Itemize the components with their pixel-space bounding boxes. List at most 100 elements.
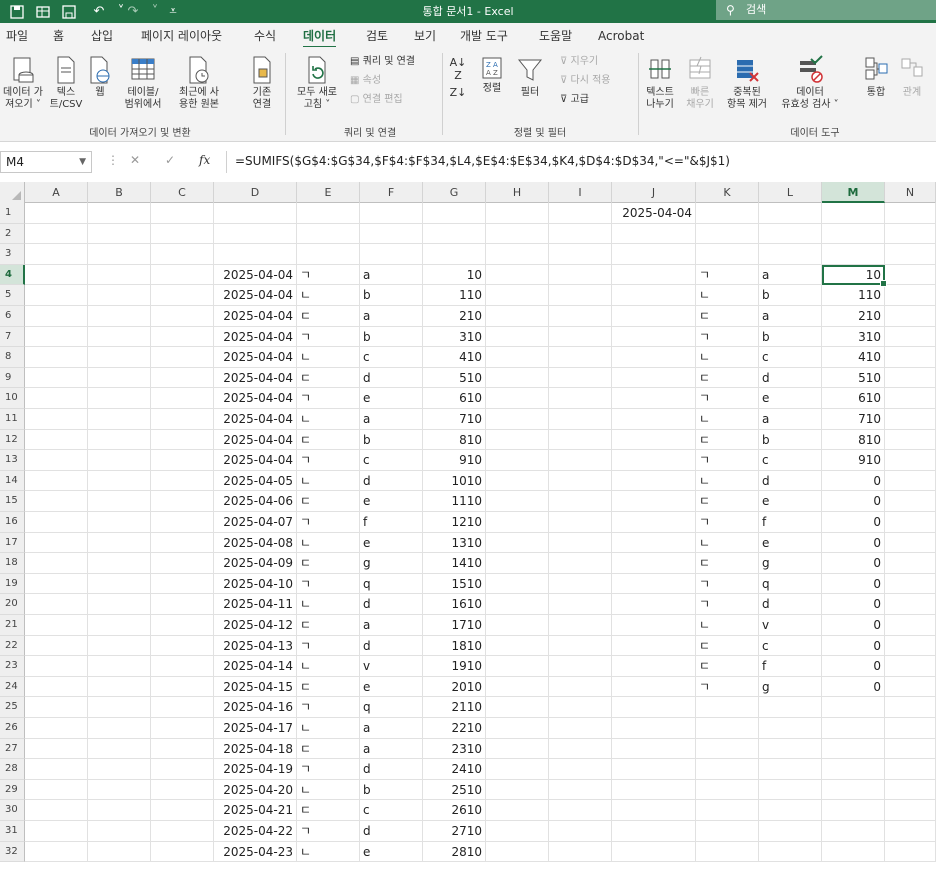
cell-f26[interactable]: a <box>360 718 423 739</box>
cell-d31[interactable]: 2025-04-22 <box>214 821 297 842</box>
cell-f7[interactable]: b <box>360 326 423 348</box>
cell-h16[interactable] <box>486 512 549 533</box>
cell-e19[interactable]: ㄱ <box>297 573 360 595</box>
cell-c31[interactable] <box>151 821 214 842</box>
tab-review[interactable]: 검토 <box>366 27 388 45</box>
cell-b2[interactable] <box>88 223 151 245</box>
cell-l18[interactable]: g <box>759 553 822 574</box>
cell-l19[interactable]: q <box>759 573 822 595</box>
cell-d14[interactable]: 2025-04-05 <box>214 470 297 492</box>
recent-sources-button[interactable]: 최근에 사 용한 원본 <box>170 55 228 111</box>
cell-b22[interactable] <box>88 635 151 657</box>
cell-m13[interactable]: 910 <box>822 450 885 471</box>
cell-e22[interactable]: ㄱ <box>297 635 360 657</box>
cell-i28[interactable] <box>549 759 612 780</box>
cell-d10[interactable]: 2025-04-04 <box>214 388 297 409</box>
cell-l32[interactable] <box>759 841 822 863</box>
tab-home[interactable]: 홈 <box>53 27 64 45</box>
existing-connections-button[interactable]: 기존 연결 <box>244 55 280 111</box>
cell-h1[interactable] <box>486 203 549 224</box>
cell-c8[interactable] <box>151 347 214 368</box>
cell-k24[interactable]: ㄱ <box>696 676 759 698</box>
cell-j32[interactable] <box>612 841 696 863</box>
cell-l10[interactable]: e <box>759 388 822 409</box>
cell-e8[interactable]: ㄴ <box>297 347 360 368</box>
row-header[interactable]: 30 <box>0 800 25 821</box>
cell-e17[interactable]: ㄴ <box>297 532 360 554</box>
cell-i25[interactable] <box>549 697 612 718</box>
cell-e24[interactable]: ㄷ <box>297 676 360 698</box>
column-header-b[interactable]: B <box>88 182 151 203</box>
cell-k1[interactable] <box>696 203 759 224</box>
cell-d18[interactable]: 2025-04-09 <box>214 553 297 574</box>
row-header[interactable]: 20 <box>0 594 25 615</box>
cell-m3[interactable] <box>822 244 885 265</box>
cell-h15[interactable] <box>486 491 549 512</box>
cell-a14[interactable] <box>25 470 88 492</box>
cell-b27[interactable] <box>88 738 151 760</box>
cell-i24[interactable] <box>549 676 612 698</box>
cell-d21[interactable]: 2025-04-12 <box>214 615 297 636</box>
cell-h21[interactable] <box>486 615 549 636</box>
cell-c9[interactable] <box>151 367 214 389</box>
cell-h28[interactable] <box>486 759 549 780</box>
cell-a22[interactable] <box>25 635 88 657</box>
cell-g4[interactable]: 10 <box>423 264 486 286</box>
cell-f24[interactable]: e <box>360 676 423 698</box>
cell-a8[interactable] <box>25 347 88 368</box>
cell-a5[interactable] <box>25 285 88 306</box>
cell-m17[interactable]: 0 <box>822 532 885 554</box>
cell-f2[interactable] <box>360 223 423 245</box>
cell-a23[interactable] <box>25 656 88 677</box>
cell-h14[interactable] <box>486 470 549 492</box>
cell-i1[interactable] <box>549 203 612 224</box>
cell-i21[interactable] <box>549 615 612 636</box>
cell-c20[interactable] <box>151 594 214 615</box>
cell-l30[interactable] <box>759 800 822 821</box>
cell-j20[interactable] <box>612 594 696 615</box>
cell-h23[interactable] <box>486 656 549 677</box>
cell-d1[interactable] <box>214 203 297 224</box>
cell-c14[interactable] <box>151 470 214 492</box>
row-header[interactable]: 2 <box>0 223 25 245</box>
cell-j24[interactable] <box>612 676 696 698</box>
cell-l16[interactable]: f <box>759 512 822 533</box>
cell-m28[interactable] <box>822 759 885 780</box>
cell-a6[interactable] <box>25 306 88 327</box>
cell-b7[interactable] <box>88 326 151 348</box>
cell-h19[interactable] <box>486 573 549 595</box>
cell-b13[interactable] <box>88 450 151 471</box>
cell-a2[interactable] <box>25 223 88 245</box>
row-header[interactable]: 4 <box>0 264 25 286</box>
cell-b18[interactable] <box>88 553 151 574</box>
cell-k10[interactable]: ㄱ <box>696 388 759 409</box>
cell-i5[interactable] <box>549 285 612 306</box>
cell-g7[interactable]: 310 <box>423 326 486 348</box>
cell-c17[interactable] <box>151 532 214 554</box>
cell-l31[interactable] <box>759 821 822 842</box>
relationships-button[interactable]: 관계 <box>896 55 928 99</box>
cell-m22[interactable]: 0 <box>822 635 885 657</box>
cell-a28[interactable] <box>25 759 88 780</box>
cell-j28[interactable] <box>612 759 696 780</box>
cell-a7[interactable] <box>25 326 88 348</box>
cell-a9[interactable] <box>25 367 88 389</box>
cell-m30[interactable] <box>822 800 885 821</box>
cell-c16[interactable] <box>151 512 214 533</box>
cell-e23[interactable]: ㄴ <box>297 656 360 677</box>
cell-k29[interactable] <box>696 779 759 801</box>
row-header[interactable]: 22 <box>0 635 25 657</box>
cell-n8[interactable] <box>885 347 936 368</box>
cell-m14[interactable]: 0 <box>822 470 885 492</box>
active-cell[interactable]: 10 <box>822 264 887 287</box>
clear-filter-button[interactable]: ⊽ 지우기 <box>560 55 598 69</box>
row-header[interactable]: 24 <box>0 676 25 698</box>
cell-a26[interactable] <box>25 718 88 739</box>
cell-c30[interactable] <box>151 800 214 821</box>
cell-g20[interactable]: 1610 <box>423 594 486 615</box>
row-header[interactable]: 19 <box>0 573 25 595</box>
tab-view[interactable]: 보기 <box>414 27 436 45</box>
cell-k7[interactable]: ㄱ <box>696 326 759 348</box>
cell-d12[interactable]: 2025-04-04 <box>214 429 297 451</box>
cell-n13[interactable] <box>885 450 936 471</box>
